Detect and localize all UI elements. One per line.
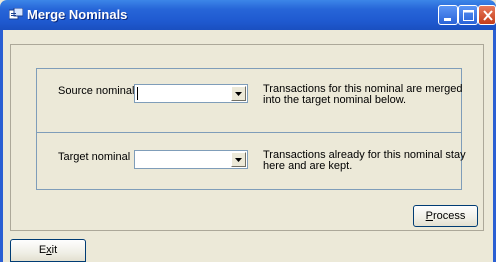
window-frame-left [0, 30, 3, 262]
app-icon [9, 8, 23, 20]
group-divider [36, 132, 462, 133]
window-title: Merge Nominals [27, 7, 128, 22]
target-nominal-label: Target nominal [58, 151, 131, 163]
process-label: rocess [432, 210, 466, 222]
close-icon [483, 10, 493, 21]
merge-nominals-window: Merge Nominals Source nominal Transactio… [0, 0, 496, 262]
title-bar[interactable]: Merge Nominals [0, 0, 496, 30]
close-button[interactable] [478, 5, 496, 25]
maximize-icon [463, 10, 474, 21]
source-nominal-description: Transactions for this nominal are merged… [263, 84, 463, 106]
chevron-down-icon [235, 92, 242, 96]
process-button[interactable]: Process [413, 205, 478, 227]
target-nominal-combo[interactable] [134, 150, 248, 169]
minimize-icon [444, 18, 451, 21]
source-nominal-dropdown-button[interactable] [231, 86, 246, 101]
source-description-line-2: into the target nominal below. [263, 94, 407, 106]
exit-button[interactable]: Exit [10, 239, 86, 262]
chevron-down-icon [235, 158, 242, 162]
minimize-button[interactable] [438, 5, 458, 25]
process-accelerator: P [425, 210, 433, 222]
target-description-line-2: here and are kept. [263, 160, 353, 172]
maximize-button[interactable] [458, 5, 478, 25]
source-nominal-label: Source nominal [58, 85, 135, 97]
target-nominal-description: Transactions already for this nominal st… [263, 150, 466, 172]
source-nominal-combo[interactable] [134, 84, 248, 103]
target-nominal-dropdown-button[interactable] [231, 152, 246, 167]
exit-label-end: it [51, 244, 58, 256]
text-caret [137, 87, 138, 100]
